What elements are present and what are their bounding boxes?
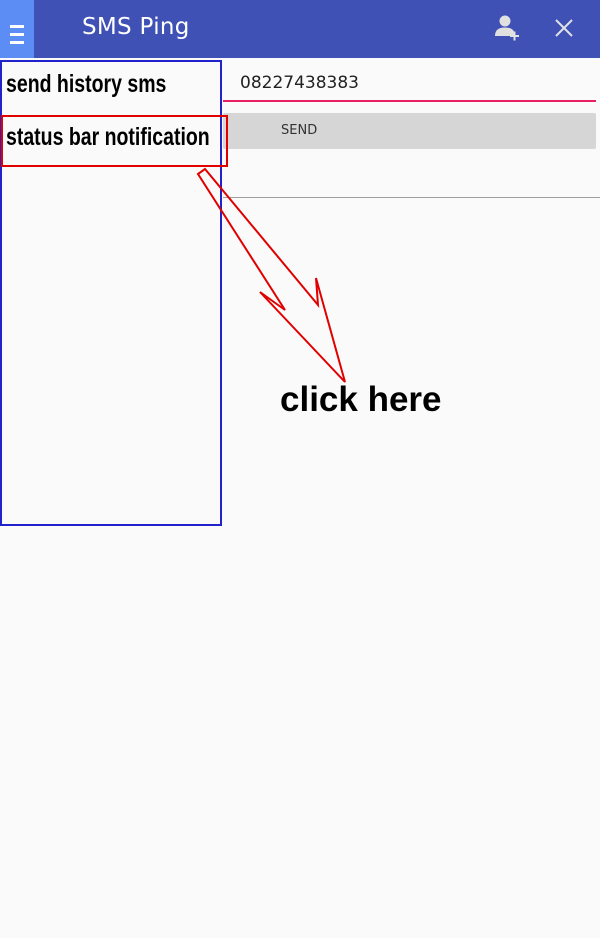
annotation-arrow xyxy=(196,167,346,383)
annotation-arrow-shape xyxy=(196,167,346,383)
annotation-callout: click here xyxy=(280,380,442,419)
